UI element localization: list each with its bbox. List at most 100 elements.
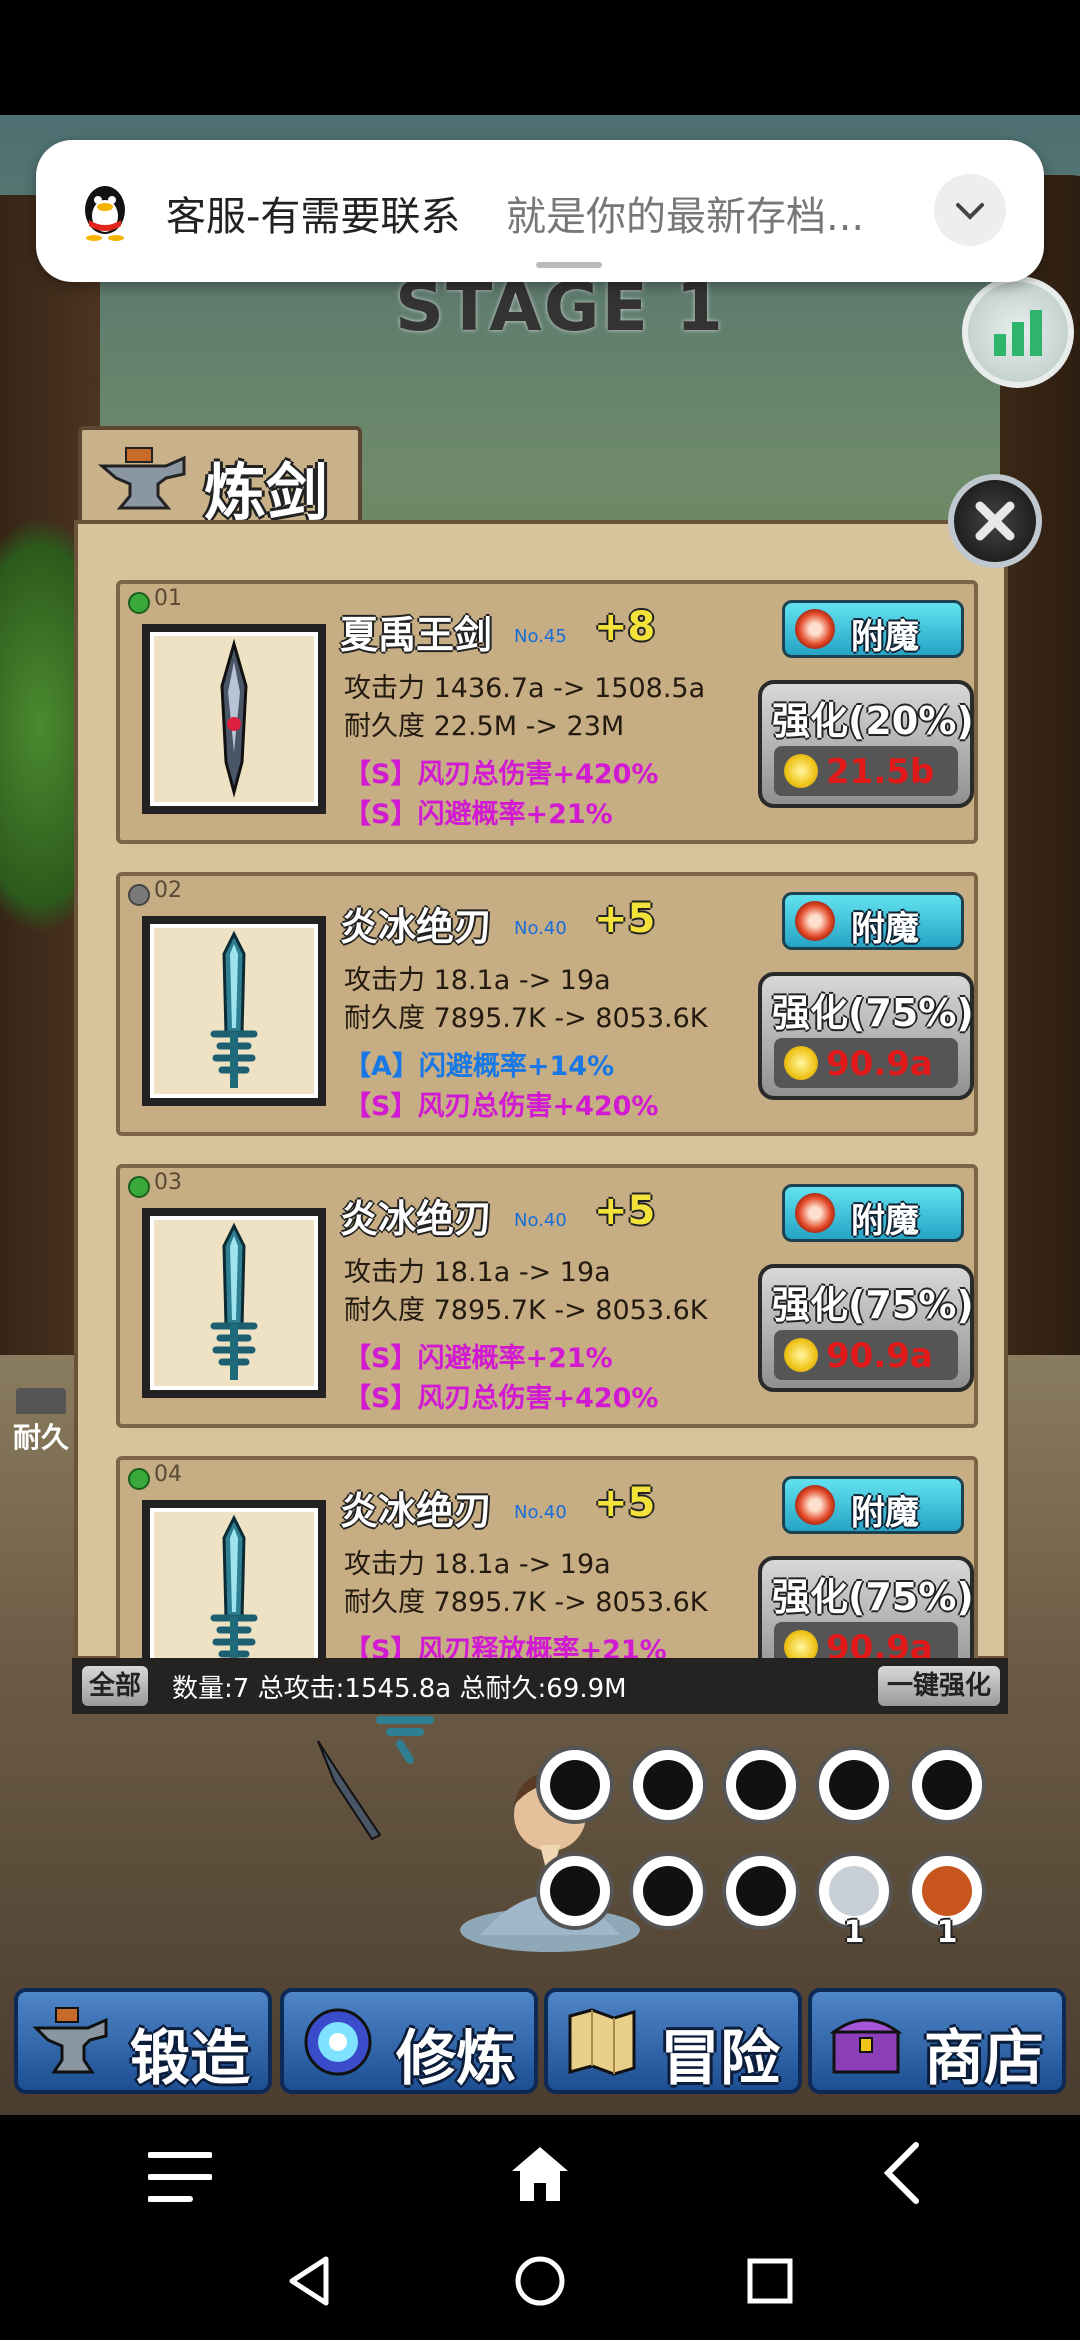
item-count: 1 — [843, 1915, 865, 1950]
sword-list[interactable]: 01 夏禹王剑 No.45 +8 攻击力 1436.7a -> 1508.5a … — [102, 580, 986, 1658]
enchant-label: 附魔 — [851, 617, 919, 657]
home-circle-icon[interactable] — [512, 2253, 568, 2309]
sword-card: 02 炎冰绝刃 No.40 +5 攻击力 18.1a -> 19a 耐久度 78… — [116, 872, 978, 1136]
notification-text: 就是你的最新存档... — [506, 194, 865, 240]
upgrade-button[interactable]: 强化(75%) 90.9a — [758, 1556, 974, 1658]
upgrade-button[interactable]: 强化(75%) 90.9a — [758, 972, 974, 1100]
item-slot[interactable] — [722, 1852, 800, 1930]
nav-forge-button[interactable]: 锻造 — [14, 1988, 272, 2094]
bonus-line: 【S】闪避概率+21% — [344, 1343, 613, 1374]
coin-icon — [784, 1338, 818, 1372]
sword-level: +8 — [594, 604, 656, 650]
durability-stat: 耐久度 7895.7K -> 8053.6K — [344, 1587, 708, 1618]
durability-stat: 耐久度 7895.7K -> 8053.6K — [344, 1003, 708, 1034]
durability-indicator: 耐久 — [10, 1388, 72, 1454]
bonus-line: 【S】风刃总伤害+420% — [344, 1091, 659, 1122]
sword-level: +5 — [594, 1480, 656, 1526]
durability-stat: 耐久度 7895.7K -> 8053.6K — [344, 1295, 708, 1326]
item-slot[interactable] — [536, 1746, 614, 1824]
item-slot[interactable] — [629, 1746, 707, 1824]
item-slot[interactable] — [815, 1746, 893, 1824]
summary-text: 数量:7 总攻击:1545.8a 总耐久:69.9M — [172, 1674, 627, 1704]
item-slot[interactable]: 1 — [908, 1852, 986, 1950]
item-slot[interactable] — [908, 1746, 986, 1824]
expand-button[interactable] — [934, 174, 1006, 246]
item-silhouette — [550, 1760, 600, 1810]
nav-cultivate-button[interactable]: 修炼 — [280, 1988, 538, 2094]
nav-cultivate-label: 修炼 — [396, 2024, 516, 2094]
recents-square-icon[interactable] — [742, 2253, 798, 2309]
home-icon[interactable] — [508, 2141, 572, 2205]
attack-stat: 攻击力 1436.7a -> 1508.5a — [344, 673, 706, 704]
back-triangle-icon[interactable] — [282, 2253, 338, 2309]
item-slot[interactable] — [536, 1852, 614, 1930]
durability-stat: 耐久度 22.5M -> 23M — [344, 711, 625, 742]
upgrade-label: 强化(75%) — [772, 1283, 974, 1327]
item-slot[interactable] — [629, 1852, 707, 1930]
close-button[interactable] — [948, 474, 1042, 568]
back-chevron-icon[interactable] — [872, 2141, 936, 2205]
enchant-button[interactable]: 附魔 — [782, 1184, 964, 1242]
upgrade-button[interactable]: 强化(20%) 21.5b — [758, 680, 974, 808]
item-silhouette — [829, 1760, 879, 1810]
item-silhouette — [643, 1760, 693, 1810]
panel-tab: 炼剑 — [78, 426, 362, 529]
enchant-label: 附魔 — [851, 1201, 919, 1241]
nav-shop-label: 商店 — [924, 2024, 1044, 2094]
panel-title: 炼剑 — [204, 456, 329, 529]
sword-thumbnail — [142, 1500, 326, 1658]
stats-button[interactable] — [962, 276, 1074, 388]
item-silhouette — [643, 1866, 693, 1916]
sword-level: +5 — [594, 896, 656, 942]
filter-all-button[interactable]: 全部 — [80, 1664, 150, 1708]
attack-stat: 攻击力 18.1a -> 19a — [344, 1549, 611, 1580]
qq-notification[interactable]: 客服-有需要联系 就是你的最新存档... — [36, 140, 1044, 282]
cost-box: 90.9a — [774, 1038, 958, 1088]
sword-number: No.45 — [514, 626, 567, 647]
upgrade-button[interactable]: 强化(75%) 90.9a — [758, 1264, 974, 1392]
energy-orb-icon — [304, 2008, 372, 2076]
attack-stat: 攻击力 18.1a -> 19a — [344, 965, 611, 996]
sword-number: No.40 — [514, 1210, 567, 1231]
menu-icon[interactable] — [148, 2145, 212, 2209]
item-silhouette — [736, 1866, 786, 1916]
enchant-button[interactable]: 附魔 — [782, 892, 964, 950]
notification-title: 客服-有需要联系 — [166, 194, 461, 240]
sword-card: 03 炎冰绝刃 No.40 +5 攻击力 18.1a -> 19a 耐久度 78… — [116, 1164, 978, 1428]
nav-shop-button[interactable]: 商店 — [808, 1988, 1066, 2094]
system-navigation-bar — [0, 2115, 1080, 2340]
enchant-button[interactable]: 附魔 — [782, 600, 964, 658]
cost-box: 90.9a — [774, 1330, 958, 1380]
sword-card: 04 炎冰绝刃 No.40 +5 攻击力 18.1a -> 19a 耐久度 78… — [116, 1456, 978, 1658]
bonus-line: 【S】风刃总伤害+420% — [344, 759, 659, 790]
item-slot[interactable]: 1 — [815, 1852, 893, 1950]
sword-thumbnail — [142, 916, 326, 1106]
upgrade-cost: 90.9a — [826, 1628, 933, 1658]
enchant-label: 附魔 — [851, 1493, 919, 1533]
attack-stat: 攻击力 18.1a -> 19a — [344, 1257, 611, 1288]
item-slot[interactable] — [722, 1746, 800, 1824]
one-key-upgrade-button[interactable]: 一键强化 — [876, 1664, 1002, 1708]
coin-icon — [784, 1630, 818, 1658]
item-silhouette — [550, 1866, 600, 1916]
sword-icon — [210, 930, 258, 1088]
item-index: 03 — [154, 1170, 182, 1195]
floating-sword-icon — [376, 1716, 434, 1764]
bonus-line: 【S】风刃释放概率+21% — [344, 1635, 667, 1658]
durability-label: 耐久 — [12, 1421, 69, 1454]
sword-name: 炎冰绝刃 — [340, 1197, 493, 1241]
gem-icon — [128, 884, 150, 906]
anvil-icon — [32, 2007, 108, 2074]
enchant-label: 附魔 — [851, 909, 919, 949]
anvil-mini-icon — [16, 1388, 66, 1414]
anvil-icon — [97, 447, 186, 510]
cost-box: 90.9a — [774, 1622, 958, 1658]
enchant-button[interactable]: 附魔 — [782, 1476, 964, 1534]
nav-forge-label: 锻造 — [130, 2024, 250, 2094]
nav-adventure-button[interactable]: 冒险 — [544, 1988, 802, 2094]
nav-adventure-label: 冒险 — [660, 2024, 780, 2094]
sword-icon — [220, 638, 248, 798]
upgrade-cost: 90.9a — [826, 1044, 933, 1084]
enchant-swirl-icon — [795, 901, 835, 941]
upgrade-label: 强化(75%) — [772, 1575, 974, 1619]
